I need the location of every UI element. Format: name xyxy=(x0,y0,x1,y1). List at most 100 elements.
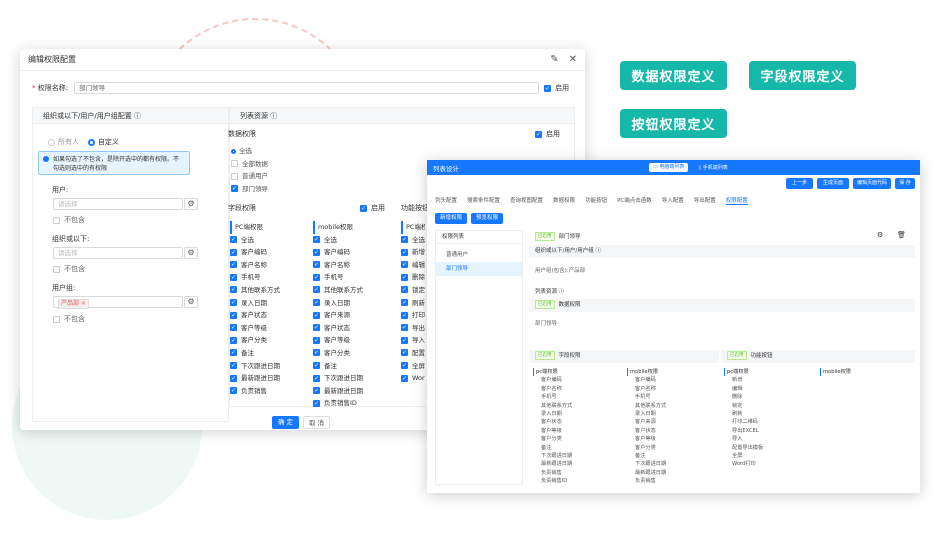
mobile-field-checkbox[interactable]: ✓ 客户状态 xyxy=(313,322,363,335)
prev-button[interactable]: 上一步 xyxy=(786,178,813,189)
pc-field-checkbox[interactable]: ✓ 客户编码 xyxy=(230,246,280,259)
pin-icon[interactable]: ✎ xyxy=(550,54,558,65)
pc-field-checkbox[interactable]: ✓ 负责销售 xyxy=(230,385,280,398)
pc-field-checkbox[interactable]: ✓ 客户分类 xyxy=(230,334,280,347)
pc-field-checkbox[interactable]: ✓ 客户状态 xyxy=(230,309,280,322)
func-checkbox[interactable]: ✓ 编辑 xyxy=(401,259,425,272)
user-select[interactable]: 请选择 xyxy=(53,198,183,210)
data-option[interactable]: ✓ 部门领导 xyxy=(231,183,268,196)
func-perm-item: 编辑 xyxy=(732,385,743,392)
mobile-field-checkbox[interactable]: ✓ 客户等级 xyxy=(313,334,363,347)
func-checkbox[interactable]: ✓ 打印 xyxy=(401,309,425,322)
mobile-perm-item: 客户状态 xyxy=(635,427,656,434)
tab-3[interactable]: 数据权限 xyxy=(553,196,575,205)
pc-field-checkbox[interactable]: ✓ 客户名称 xyxy=(230,259,280,272)
mobile-perm-item: 客户名称 xyxy=(635,385,656,392)
group-tag[interactable]: 产品部 × xyxy=(58,299,89,309)
mobile-field-checkbox[interactable]: ✓ 全选 xyxy=(313,234,363,247)
data-perm-enable[interactable]: ✓ 启用 xyxy=(535,129,560,139)
cancel-button[interactable]: 取 消 xyxy=(303,416,330,429)
tab-6[interactable]: 导入配置 xyxy=(662,196,684,205)
group-exclude[interactable]: 不包含 xyxy=(53,314,85,324)
enable-label: 启用 xyxy=(555,84,570,92)
org-select[interactable]: 请选择 xyxy=(53,247,183,259)
mobile-perm-item: 负责销售 xyxy=(635,478,656,485)
func-checkbox[interactable]: ✓ 导出 xyxy=(401,322,425,335)
mobile-field-checkbox[interactable]: ✓ 客户编码 xyxy=(313,246,363,259)
pc-field-checkbox[interactable]: ✓ 最新跟进日期 xyxy=(230,372,280,385)
pc-field-checkbox[interactable]: ✓ 备注 xyxy=(230,347,280,360)
group-select[interactable]: 产品部 × xyxy=(53,296,183,309)
pc-field-checkbox[interactable]: ✓ 下次跟进日期 xyxy=(230,360,280,373)
func-checkbox[interactable]: ✓ 全屏 xyxy=(401,360,425,373)
settings-icon[interactable]: ⚙ xyxy=(877,231,883,239)
pc-field-checkbox[interactable]: ✓ 全选 xyxy=(230,234,280,247)
pc-perm-item: 负责销售 xyxy=(541,469,562,476)
mobile-field-checkbox[interactable]: ✓ 录入日期 xyxy=(313,297,363,310)
win-func-pc-column: pc端权限 新增 编辑 删除 锁定 刷新 打印二维码 导出EXCEL 导入 配置导出模板 全屏 Wor… xyxy=(724,368,763,469)
mobile-field-checkbox[interactable]: ✓ 负责销售ID xyxy=(313,397,363,410)
group-gear-icon[interactable]: ⚙ xyxy=(184,296,198,308)
data-option[interactable]: 全选 xyxy=(231,145,268,158)
mobile-field-checkbox[interactable]: ✓ 客户来源 xyxy=(313,309,363,322)
pc-field-checkbox[interactable]: ✓ 客户等级 xyxy=(230,322,280,335)
mobile-field-checkbox[interactable]: ✓ 手机号 xyxy=(313,271,363,284)
save-button[interactable]: 保 存 xyxy=(895,178,915,189)
pc-field-checkbox[interactable]: ✓ 其他联系方式 xyxy=(230,284,280,297)
delete-icon[interactable]: 🗑 xyxy=(897,231,906,239)
func-perm-item: 导入 xyxy=(732,436,743,443)
pc-field-checkbox[interactable]: ✓ 录入日期 xyxy=(230,297,280,310)
func-checkbox[interactable]: ✓Word xyxy=(401,372,425,385)
pc-title: PC端权限 xyxy=(230,221,280,234)
tab-2[interactable]: 查询视图配置 xyxy=(510,196,543,205)
mobile-field-checkbox[interactable]: ✓ 下次跟进日期 xyxy=(313,372,363,385)
user-gear-icon[interactable]: ⚙ xyxy=(184,198,198,210)
data-option[interactable]: 全部数据 xyxy=(231,158,268,171)
func-checkbox[interactable]: ✓ 新增 xyxy=(401,246,425,259)
field-perm-header: 已启用 字段权限 xyxy=(529,350,719,363)
tab-5[interactable]: PC端点击函数 xyxy=(617,196,652,205)
field-perm-enable[interactable]: ✓ 启用 xyxy=(360,203,385,213)
mobile-field-checkbox[interactable]: ✓ 最新跟进日期 xyxy=(313,385,363,398)
perm-item[interactable]: 普通用户 xyxy=(436,248,522,262)
func-checkbox[interactable]: ✓ 删除 xyxy=(401,271,425,284)
list-res-header: 列表资源 ⓘ xyxy=(529,286,915,299)
tab-8[interactable]: 权限配置 xyxy=(725,196,748,205)
feature-field-permission: 字段权限定义 xyxy=(749,61,856,90)
edit-code-button[interactable]: 编辑页面代码 xyxy=(853,178,891,189)
enable-checkbox[interactable]: ✓ xyxy=(544,84,552,92)
perm-item-selected[interactable]: 部门领导 xyxy=(436,262,522,276)
func-checkbox[interactable]: ✓ 锁定 xyxy=(401,284,425,297)
preview-perm-button[interactable]: 预览权限 xyxy=(471,213,503,224)
mobile-field-checkbox[interactable]: ✓ 客户名称 xyxy=(313,259,363,272)
mobile-mode-toggle[interactable]: ▯ 手机端列表 xyxy=(694,164,731,171)
pc-perm-item: 客户状态 xyxy=(541,419,562,426)
func-perm-item: 新增 xyxy=(732,377,743,384)
tab-0[interactable]: 列头配置 xyxy=(435,196,457,205)
func-checkbox[interactable]: ✓ 配置 xyxy=(401,347,425,360)
user-exclude[interactable]: 不包含 xyxy=(53,215,85,225)
tab-7[interactable]: 导出配置 xyxy=(694,196,716,205)
radio-custom[interactable] xyxy=(87,138,95,146)
add-perm-button[interactable]: 新增权限 xyxy=(435,213,467,224)
org-exclude[interactable]: 不包含 xyxy=(53,264,85,274)
ok-button[interactable]: 确 定 xyxy=(272,416,299,429)
gen-page-button[interactable]: 生成页面 xyxy=(817,178,849,189)
mobile-field-checkbox[interactable]: ✓ 备注 xyxy=(313,360,363,373)
func-checkbox[interactable]: ✓ 全选 xyxy=(401,234,425,247)
mobile-field-checkbox[interactable]: ✓ 其他联系方式 xyxy=(313,284,363,297)
pc-mode-toggle[interactable]: ▭ 电脑端列表 xyxy=(649,163,689,172)
pc-field-checkbox[interactable]: ✓ 手机号 xyxy=(230,271,280,284)
close-icon[interactable]: ✕ xyxy=(569,54,577,65)
name-input[interactable]: 部门领导 xyxy=(74,82,540,94)
func-column: PC端权限 ✓全选✓新增✓编辑✓删除✓锁定✓刷新✓打印✓导出✓导入✓配置✓全屏✓… xyxy=(401,221,425,385)
data-option[interactable]: 普通用户 xyxy=(231,170,268,183)
func-checkbox[interactable]: ✓ 导入 xyxy=(401,334,425,347)
org-gear-icon[interactable]: ⚙ xyxy=(184,247,198,259)
mobile-field-checkbox[interactable]: ✓ 客户分类 xyxy=(313,347,363,360)
radio-all[interactable] xyxy=(48,138,55,146)
tab-1[interactable]: 搜索条件配置 xyxy=(467,196,500,205)
func-perm-item: Word打印 xyxy=(732,461,756,468)
func-checkbox[interactable]: ✓ 刷新 xyxy=(401,297,425,310)
tab-4[interactable]: 功能按钮 xyxy=(585,196,607,205)
